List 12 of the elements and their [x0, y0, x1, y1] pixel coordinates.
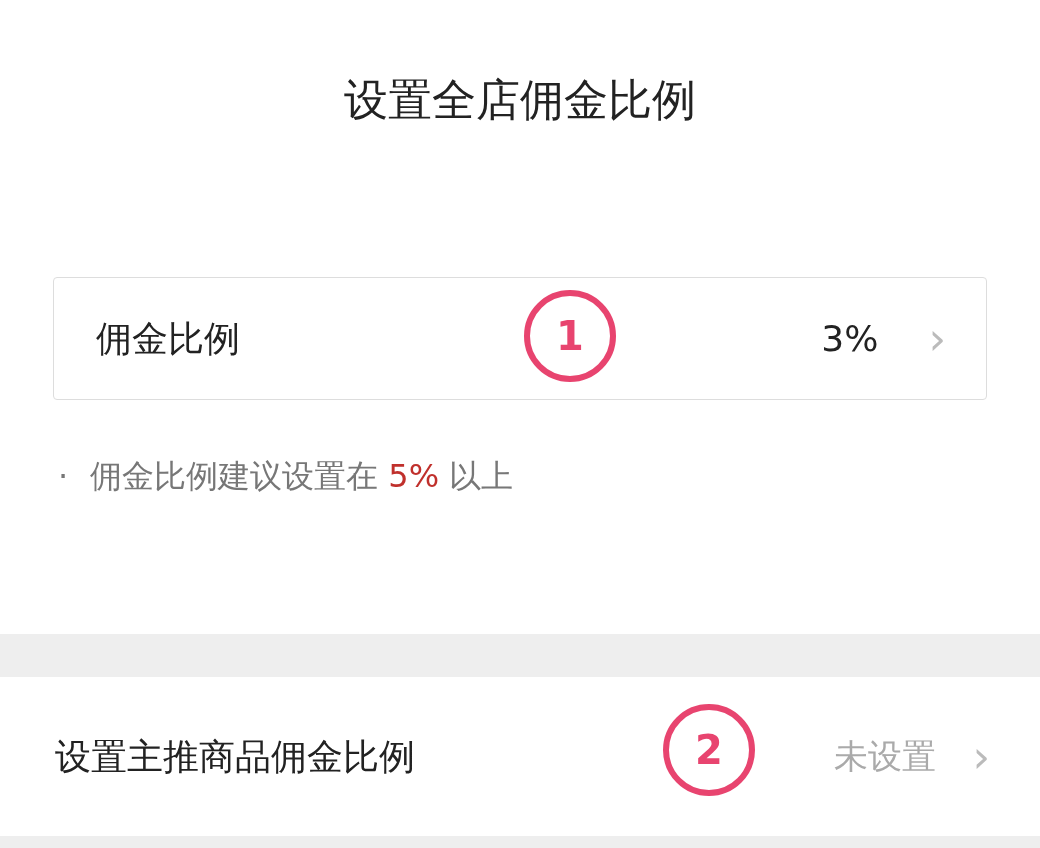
note-text: 佣金比例建议设置在 5% 以上 [90, 456, 514, 497]
chevron-icon: › [972, 734, 990, 779]
bullet: · [58, 456, 69, 497]
number-badge: 2 [663, 704, 755, 796]
commission-row[interactable]: 佣金比例 1 3% › [53, 277, 987, 400]
page-title: 设置全店佣金比例 [344, 73, 696, 127]
chevron-icon: › [928, 316, 946, 361]
row-value: 3% [821, 316, 879, 361]
number-badge: 1 [524, 290, 616, 382]
row-label: 佣金比例 [96, 316, 240, 361]
row-label: 设置主推商品佣金比例 [55, 734, 415, 779]
row-value: 未设置 [834, 735, 937, 778]
